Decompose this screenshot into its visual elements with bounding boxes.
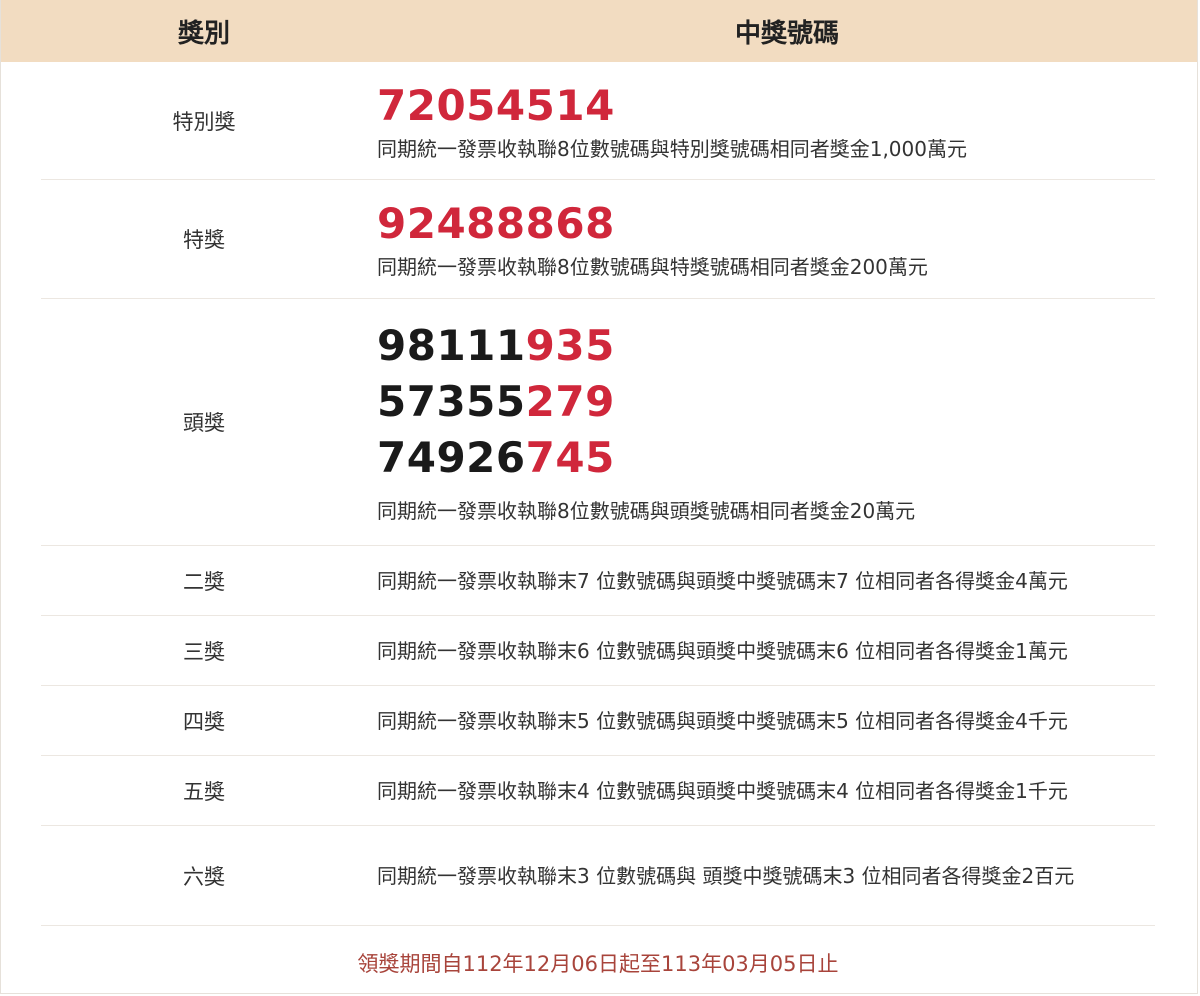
table-row-second: 二獎 同期統一發票收執聯末7 位數號碼與頭獎中獎號碼末7 位相同者各得獎金4萬元: [41, 546, 1155, 616]
table-row-third: 三獎 同期統一發票收執聯末6 位數號碼與頭獎中獎號碼末6 位相同者各得獎金1萬元: [41, 616, 1155, 686]
prize-name: 三獎: [183, 639, 225, 664]
winning-number: 72054514: [377, 80, 615, 130]
number-suffix: 745: [525, 433, 615, 482]
table-header: 獎別 中獎號碼: [1, 0, 1197, 62]
header-numbers: 中獎號碼: [734, 18, 839, 49]
prize-name: 四獎: [183, 709, 225, 734]
prize-name: 六獎: [183, 864, 225, 889]
table-row-fifth: 五獎 同期統一發票收執聯末4 位數號碼與頭獎中獎號碼末4 位相同者各得獎金1千元: [41, 756, 1155, 826]
table-body: 特別獎 72054514 同期統一發票收執聯8位數號碼與特別獎號碼相同者獎金1,…: [1, 62, 1197, 978]
winning-number: 57355279: [377, 374, 1155, 430]
prize-description: 同期統一發票收執聯8位數號碼與頭獎號碼相同者獎金20萬元: [377, 499, 916, 523]
prize-content: 92488868 同期統一發票收執聯8位數號碼與特獎號碼相同者獎金200萬元: [367, 180, 1155, 298]
number-prefix: 57355: [377, 377, 526, 426]
prize-content: 同期統一發票收執聯末7 位數號碼與頭獎中獎號碼末7 位相同者各得獎金4萬元: [367, 546, 1155, 615]
prize-content: 同期統一發票收執聯末3 位數號碼與 頭獎中獎號碼末3 位相同者各得獎金2百元: [367, 826, 1155, 925]
prize-description: 同期統一發票收執聯8位數號碼與特獎號碼相同者獎金200萬元: [377, 255, 928, 279]
prize-name: 特獎: [183, 228, 225, 252]
number-suffix: 279: [525, 377, 615, 426]
prize-description: 同期統一發票收執聯末7 位數號碼與頭獎中獎號碼末7 位相同者各得獎金4萬元: [377, 568, 1068, 593]
prize-content: 同期統一發票收執聯末5 位數號碼與頭獎中獎號碼末5 位相同者各得獎金4千元: [367, 686, 1155, 755]
prize-name: 五獎: [183, 779, 225, 804]
number-prefix: 98111: [377, 321, 526, 370]
header-category: 獎別: [177, 18, 230, 49]
winning-number: 98111935: [377, 318, 1155, 374]
winning-number: 74926745: [377, 430, 1155, 486]
prize-description: 同期統一發票收執聯末4 位數號碼與頭獎中獎號碼末4 位相同者各得獎金1千元: [377, 778, 1068, 803]
table-row-grand: 特獎 92488868 同期統一發票收執聯8位數號碼與特獎號碼相同者獎金200萬…: [41, 180, 1155, 299]
prize-content: 98111935 57355279 74926745 同期統一發票收執聯8位數號…: [367, 299, 1155, 545]
prize-name: 二獎: [183, 569, 225, 594]
prize-description: 同期統一發票收執聯末6 位數號碼與頭獎中獎號碼末6 位相同者各得獎金1萬元: [377, 638, 1068, 663]
prize-description: 同期統一發票收執聯8位數號碼與特別獎號碼相同者獎金1,000萬元: [377, 136, 967, 161]
number-suffix: 935: [525, 321, 615, 370]
claim-period-note: 領獎期間自112年12月06日起至113年03月05日止: [357, 952, 839, 976]
number-prefix: 74926: [377, 433, 526, 482]
winning-number: 92488868: [377, 199, 615, 248]
table-row-special: 特別獎 72054514 同期統一發票收執聯8位數號碼與特別獎號碼相同者獎金1,…: [41, 62, 1155, 180]
table-row-first: 頭獎 98111935 57355279 74926745 同期統一發票收執聯8…: [41, 299, 1155, 546]
prize-description: 同期統一發票收執聯末3 位數號碼與 頭獎中獎號碼末3 位相同者各得獎金2百元: [377, 863, 1075, 888]
prize-content: 72054514 同期統一發票收執聯8位數號碼與特別獎號碼相同者獎金1,000萬…: [367, 62, 1155, 179]
table-row-sixth: 六獎 同期統一發票收執聯末3 位數號碼與 頭獎中獎號碼末3 位相同者各得獎金2百…: [41, 826, 1155, 926]
table-row-fourth: 四獎 同期統一發票收執聯末5 位數號碼與頭獎中獎號碼末5 位相同者各得獎金4千元: [41, 686, 1155, 756]
prize-content: 同期統一發票收執聯末6 位數號碼與頭獎中獎號碼末6 位相同者各得獎金1萬元: [367, 616, 1155, 685]
prize-table: 獎別 中獎號碼 特別獎 72054514 同期統一發票收執聯8位數號碼與特別獎號…: [0, 0, 1198, 994]
prize-content: 同期統一發票收執聯末4 位數號碼與頭獎中獎號碼末4 位相同者各得獎金1千元: [367, 756, 1155, 825]
prize-name: 特別獎: [172, 109, 236, 134]
prize-description: 同期統一發票收執聯末5 位數號碼與頭獎中獎號碼末5 位相同者各得獎金4千元: [377, 708, 1068, 733]
prize-name: 頭獎: [183, 411, 225, 435]
